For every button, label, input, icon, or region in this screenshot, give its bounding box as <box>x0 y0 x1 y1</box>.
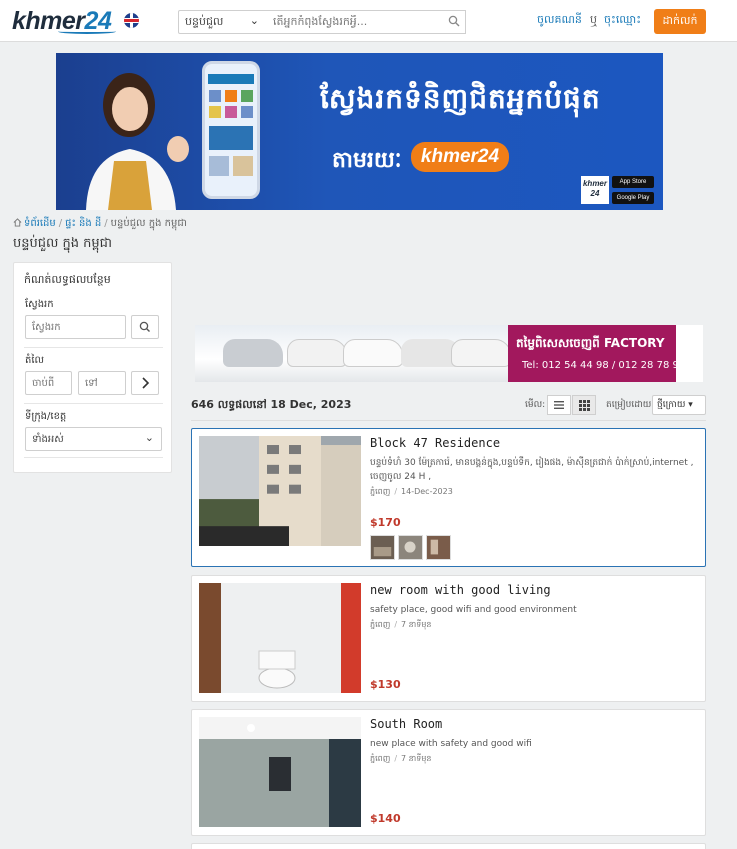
listing-card[interactable]: Block 47 Residence បន្ទប់ទំហំ 30 ម៉ែត្រក… <box>191 428 706 567</box>
sort-select[interactable]: ថ្មីក្រោយ ▾ <box>652 395 706 415</box>
listing-card[interactable]: South Room new place with safety and goo… <box>191 709 706 836</box>
category-select[interactable]: បន្ទប់ជួល ⌄ <box>178 10 266 34</box>
price-from-input[interactable] <box>25 371 72 395</box>
register-link[interactable]: ចុះឈ្មោះ <box>604 13 641 29</box>
view-label: មើល: <box>525 400 546 410</box>
mini-thumbnail[interactable] <box>398 535 423 560</box>
breadcrumb: ទំព័រដើម / ផ្ទះ និង ដី / បន្ទប់ជួល ក្នុង កម្… <box>13 216 187 231</box>
ad-cars-image <box>195 325 511 382</box>
listing-meta: ភ្នំពេញ/7 នាទីមុន <box>370 754 432 763</box>
breadcrumb-house-land[interactable]: ផ្ទះ និង ដី <box>65 218 101 229</box>
province-label: ទីក្រុង/ខេត្ត <box>25 411 67 422</box>
home-icon <box>13 218 22 227</box>
list-view-icon <box>554 401 564 409</box>
price-label: តំលៃ <box>25 355 45 366</box>
banner-brand-pill: khmer24 <box>411 142 509 172</box>
banner-mini-logo: khmer 24 <box>581 176 609 204</box>
chevron-down-icon: ⌄ <box>144 431 154 444</box>
listing-thumbnail[interactable] <box>199 717 361 827</box>
grid-view-icon <box>579 400 590 411</box>
search-box <box>265 10 466 34</box>
top-header: khmer24 បន្ទប់ជួល ⌄ ចូលគណនី ឬ ចុះឈ្មោះ ដ… <box>0 0 737 42</box>
banner-phone-image <box>202 61 260 199</box>
listing-thumbnail[interactable] <box>199 436 361 546</box>
results-count: 646 លទ្ធផលនៅ 18 Dec, 2023 <box>191 398 352 411</box>
listing-card[interactable] <box>191 843 706 849</box>
banner-headline: ស្វែងរកទំនិញជិតអ្នកបំផុត <box>320 82 601 115</box>
province-select[interactable]: ទាំងអស់ ⌄ <box>25 427 162 451</box>
page-title: បន្ទប់ជួល ក្នុង កម្ពុជា <box>13 236 113 251</box>
listing-meta: ភ្នំពេញ/7 នាទីមុន <box>370 620 432 629</box>
ad-car <box>451 339 511 367</box>
ad-title: តម្លៃពិសេសចេញពី FACTORY <box>516 336 665 350</box>
listing-meta: ភ្នំពេញ/14-Dec-2023 <box>370 487 453 496</box>
grid-view-button[interactable] <box>572 395 596 415</box>
list-view-button[interactable] <box>547 395 571 415</box>
chevron-right-icon <box>142 377 150 389</box>
results-divider <box>191 420 706 421</box>
car-ad-banner[interactable]: តម្លៃពិសេសចេញពី FACTORY Tel: 012 54 44 9… <box>195 325 703 382</box>
filter-search-button[interactable] <box>131 315 159 339</box>
uk-flag-icon[interactable] <box>124 13 139 28</box>
listing-title[interactable]: new room with good living <box>370 583 551 597</box>
app-store-badge[interactable]: App Store <box>612 176 654 188</box>
or-text: ឬ <box>590 13 597 26</box>
breadcrumb-home[interactable]: ទំព័រដើម <box>24 218 56 229</box>
banner-via-text: តាមរយៈ <box>332 148 402 173</box>
listing-description: safety place, good wifi and good environ… <box>370 605 577 615</box>
sort-label: តម្រៀបដោយ: <box>606 400 655 410</box>
search-icon[interactable] <box>448 15 460 27</box>
search-label: ស្វែងរក <box>25 299 54 310</box>
banner-woman-image <box>86 73 189 210</box>
filter-divider <box>24 347 163 348</box>
filter-search-input[interactable] <box>25 315 126 339</box>
mini-thumbnail[interactable] <box>426 535 451 560</box>
listing-description: new place with safety and good wifi <box>370 739 532 749</box>
listing-title[interactable]: South Room <box>370 717 442 731</box>
chevron-down-icon: ⌄ <box>249 14 259 27</box>
listing-price: $140 <box>370 812 401 825</box>
listing-thumbnail[interactable] <box>199 583 361 693</box>
breadcrumb-current: បន្ទប់ជួល ក្នុង កម្ពុជា <box>110 218 187 229</box>
filter-divider <box>24 403 163 404</box>
filter-panel: កំណត់លទ្ធផលបន្ថែម ស្វែងរក តំលៃ ទីក្រុង/ខ… <box>13 262 172 473</box>
listing-description: បន្ទប់ទំហំ 30 ម៉ែត្រការ៉េ, មានបង្គន់ក្នុ… <box>370 458 694 482</box>
login-link[interactable]: ចូលគណនី <box>537 13 582 29</box>
listing-title[interactable]: Block 47 Residence <box>370 436 500 450</box>
google-play-badge[interactable]: Google Play <box>612 192 654 204</box>
listing-price: $170 <box>370 516 401 529</box>
caret-down-icon: ▾ <box>688 400 693 410</box>
ad-car <box>343 339 403 367</box>
ad-phone: Tel: 012 54 44 98 / 012 28 78 99 <box>522 360 686 371</box>
post-ad-button[interactable]: ដាក់លក់ <box>654 9 706 34</box>
logo-swoosh <box>58 29 116 34</box>
filter-title: កំណត់លទ្ធផលបន្ថែម <box>24 273 111 286</box>
listing-card[interactable]: new room with good living safety place, … <box>191 575 706 702</box>
filter-divider <box>24 457 163 458</box>
top-banner-ad[interactable]: ស្វែងរកទំនិញជិតអ្នកបំផុត តាមរយៈ khmer24 … <box>56 53 663 210</box>
search-input[interactable] <box>273 15 443 28</box>
search-icon <box>139 321 150 332</box>
ad-car <box>287 339 347 367</box>
listing-price: $130 <box>370 678 401 691</box>
ad-car <box>223 339 283 367</box>
mini-thumbnail[interactable] <box>370 535 395 560</box>
ad-text-panel: តម្លៃពិសេសចេញពី FACTORY Tel: 012 54 44 9… <box>508 325 685 382</box>
price-apply-button[interactable] <box>131 371 159 395</box>
price-to-input[interactable] <box>78 371 126 395</box>
